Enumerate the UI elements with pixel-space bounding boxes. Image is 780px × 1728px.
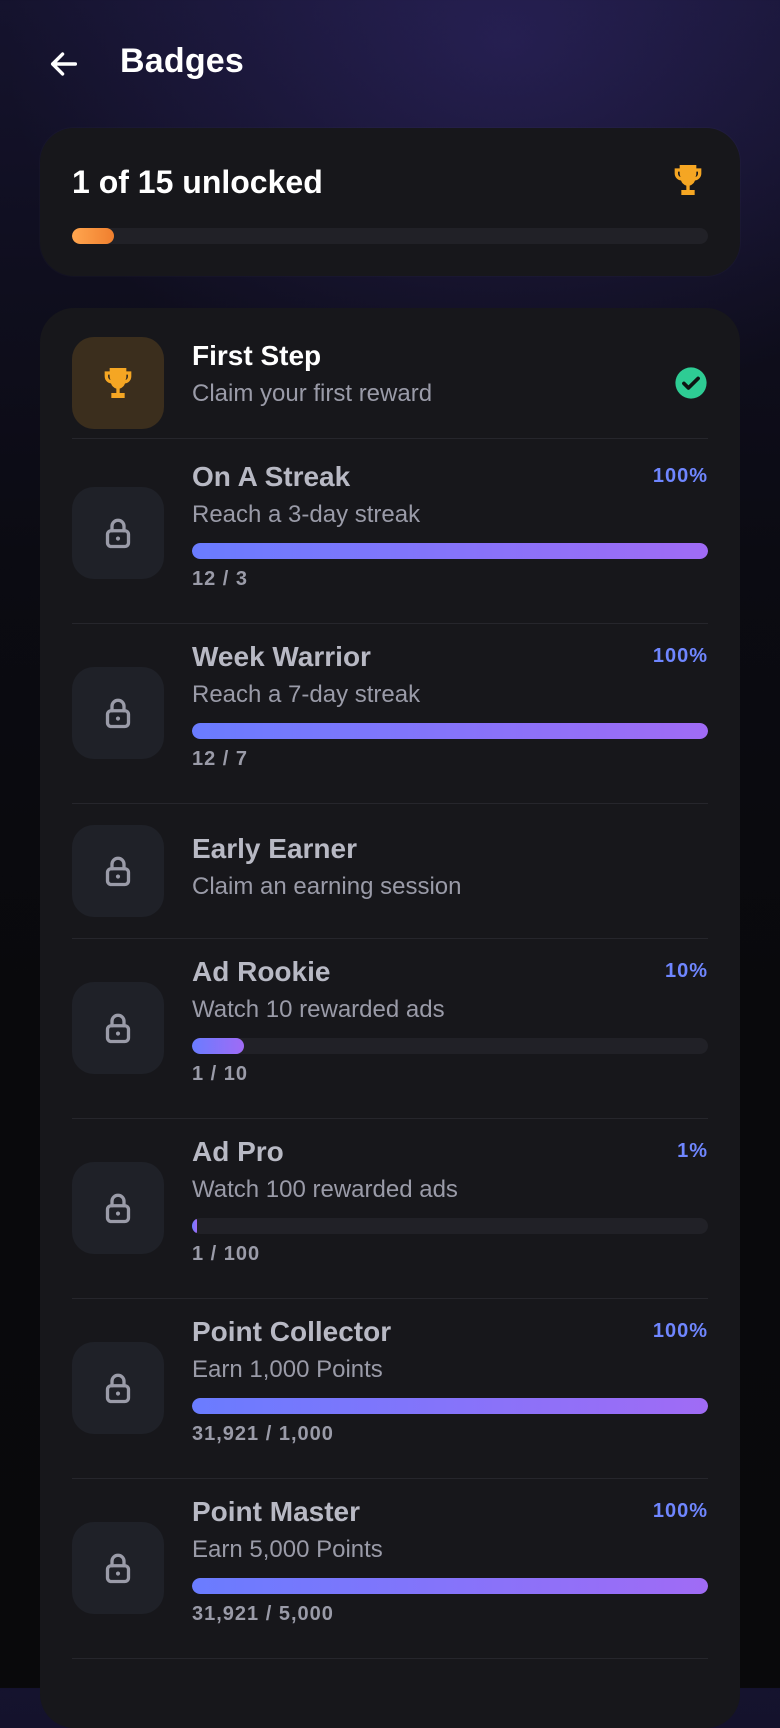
badge-title: Week Warrior	[192, 641, 371, 672]
badge-progress-fill	[192, 1038, 244, 1054]
row-divider	[72, 438, 708, 439]
badge-description: Earn 1,000 Points	[192, 1356, 383, 1383]
badge-description: Reach a 3-day streak	[192, 501, 421, 528]
badge-percent: 100%	[652, 465, 708, 487]
lock-icon	[100, 515, 136, 551]
badge-description: Watch 100 rewarded ads	[192, 1176, 458, 1203]
badge-icon-box	[72, 825, 164, 917]
badge-progress-fill	[192, 1578, 708, 1594]
badge-progress-bar	[192, 543, 708, 559]
badge-row[interactable]: Ad Rookie 10% Watch 10 rewarded ads 1 / 10	[72, 938, 708, 1118]
badge-row[interactable]: Early Earner Claim an earning session	[72, 803, 708, 938]
badge-progress-count: 31,921 / 1,000	[192, 1423, 334, 1445]
badge-title: Point Master	[192, 1496, 361, 1527]
unlock-progress-fill	[72, 228, 115, 244]
badge-progress-count: 12 / 7	[192, 748, 249, 770]
badge-percent: 100%	[652, 1320, 708, 1342]
badge-progress-bar	[192, 1398, 708, 1414]
badge-progress-bar	[192, 1218, 708, 1234]
badge-list: First Step Claim your first reward On A St…	[40, 308, 740, 1728]
badge-title: Ad Rookie	[192, 956, 331, 987]
check-circle-icon	[674, 366, 708, 400]
badge-row[interactable]: First Step Claim your first reward	[72, 328, 708, 438]
badge-progress-fill	[192, 1218, 198, 1234]
lock-icon	[100, 853, 136, 889]
lock-icon	[100, 1370, 136, 1406]
badge-percent: 100%	[652, 1500, 708, 1522]
badge-icon-box	[72, 667, 164, 759]
badge-progress-count: 1 / 100	[192, 1243, 261, 1265]
badge-title: On A Streak	[192, 461, 351, 492]
badge-icon-box	[72, 487, 164, 579]
badge-title: First Step	[192, 340, 322, 371]
badge-title: Ad Pro	[192, 1136, 284, 1167]
badge-title: Point Collector	[192, 1316, 392, 1347]
badge-icon-box	[72, 982, 164, 1074]
row-divider	[72, 1658, 708, 1659]
badge-percent: 10%	[664, 960, 708, 982]
badge-description: Reach a 7-day streak	[192, 681, 421, 708]
badge-title: Early Earner	[192, 833, 357, 864]
back-button[interactable]	[44, 44, 84, 84]
lock-icon	[100, 1550, 136, 1586]
trophy-icon	[674, 165, 702, 195]
badge-icon-box	[72, 337, 164, 429]
arrow-left-icon	[50, 52, 78, 76]
trophy-icon	[98, 363, 138, 403]
unlock-progress-bar	[72, 228, 708, 244]
badge-progress-bar	[192, 723, 708, 739]
badge-progress-fill	[192, 543, 708, 559]
badge-row[interactable]: Point Collector 100% Earn 1,000 Points 31,9…	[72, 1298, 708, 1478]
lock-icon	[100, 1190, 136, 1226]
badge-progress-fill	[192, 723, 708, 739]
badge-row[interactable]: Point Master 100% Earn 5,000 Points 31,921 …	[72, 1478, 708, 1658]
header: Badges	[0, 0, 780, 130]
lock-icon	[100, 695, 136, 731]
badge-icon-box	[72, 1162, 164, 1254]
badge-progress-count: 12 / 3	[192, 568, 249, 590]
badge-description: Earn 5,000 Points	[192, 1536, 383, 1563]
unlock-summary-card: 1 of 15 unlocked	[40, 128, 740, 276]
badge-progress-count: 1 / 10	[192, 1063, 249, 1085]
unlock-count-text: 1 of 15 unlocked	[72, 164, 323, 200]
badge-progress-count: 31,921 / 5,000	[192, 1603, 334, 1625]
badge-percent: 100%	[652, 645, 708, 667]
badge-description: Claim an earning session	[192, 873, 462, 900]
badge-percent: 1%	[677, 1140, 708, 1162]
badge-row[interactable]: On A Streak 100% Reach a 3-day streak 12 / …	[72, 443, 708, 623]
badge-row[interactable]: Week Warrior 100% Reach a 7-day streak 12 /…	[72, 623, 708, 803]
badge-icon-box	[72, 1342, 164, 1434]
lock-icon	[100, 1010, 136, 1046]
badge-progress-bar	[192, 1038, 708, 1054]
badge-description: Watch 10 rewarded ads	[192, 996, 445, 1023]
badge-description: Claim your first reward	[192, 380, 433, 407]
badge-icon-box	[72, 1522, 164, 1614]
badge-progress-fill	[192, 1398, 708, 1414]
badge-progress-bar	[192, 1578, 708, 1594]
page-title: Badges	[120, 42, 245, 80]
badge-row[interactable]: Ad Pro 1% Watch 100 rewarded ads 1 / 100	[72, 1118, 708, 1298]
